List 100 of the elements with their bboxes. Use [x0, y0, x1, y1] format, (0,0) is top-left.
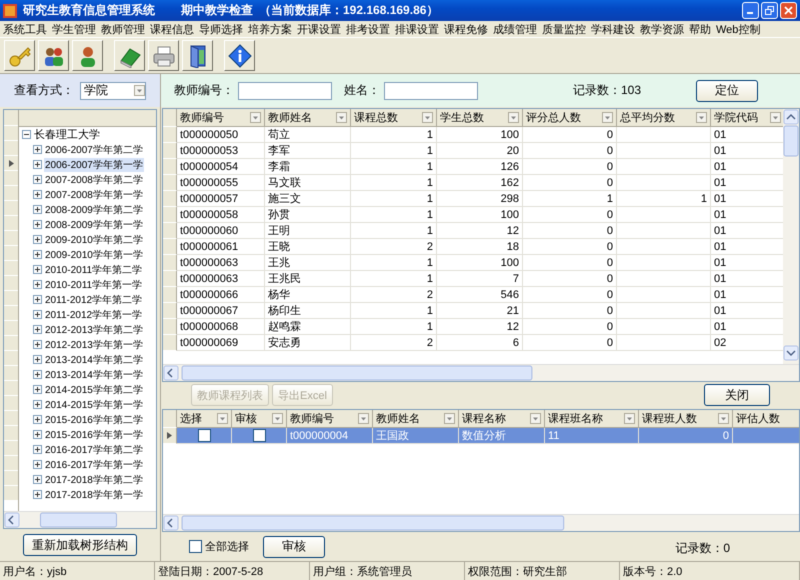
- dropdown-icon[interactable]: [508, 112, 519, 123]
- tree-node[interactable]: 2017-2018学年第一学: [44, 488, 144, 502]
- expand-icon[interactable]: [33, 325, 42, 334]
- dropdown-icon[interactable]: [217, 413, 228, 424]
- dropdown-icon[interactable]: [602, 112, 613, 123]
- expand-icon[interactable]: [33, 265, 42, 274]
- checkbox[interactable]: [189, 540, 202, 553]
- tree-node[interactable]: 2011-2012学年第一学: [44, 308, 144, 322]
- tree-node[interactable]: 长春理工大学: [33, 127, 101, 142]
- tree-node[interactable]: 2008-2009学年第二学: [44, 202, 144, 216]
- tree-node[interactable]: 2013-2014学年第二学: [44, 352, 144, 366]
- expand-icon[interactable]: [33, 190, 42, 199]
- toolbar-button[interactable]: [182, 40, 213, 71]
- reload-tree-button[interactable]: 重新加载树形结构: [23, 534, 137, 556]
- menu-item[interactable]: 成绩管理: [493, 22, 537, 36]
- tree-node[interactable]: 2014-2015学年第一学: [44, 398, 144, 412]
- approve-button[interactable]: 审核: [263, 536, 325, 558]
- tree-node[interactable]: 2007-2008学年第一学: [44, 188, 144, 202]
- locate-button[interactable]: 定位: [696, 80, 758, 102]
- dropdown-icon[interactable]: [250, 112, 261, 123]
- column-header[interactable]: 总平均分数: [617, 109, 711, 127]
- restore-button[interactable]: [761, 2, 778, 19]
- column-header[interactable]: 课程班名称: [545, 410, 639, 428]
- dropdown-icon[interactable]: [770, 112, 781, 123]
- expand-icon[interactable]: [33, 175, 42, 184]
- expand-icon[interactable]: [33, 475, 42, 484]
- dropdown-icon[interactable]: [134, 85, 145, 96]
- tree-node[interactable]: 2015-2016学年第二学: [44, 412, 144, 426]
- tree-node[interactable]: 2006-2007学年第一学: [44, 158, 144, 172]
- menu-item[interactable]: 学科建设: [591, 22, 635, 36]
- dropdown-icon[interactable]: [624, 413, 635, 424]
- expand-icon[interactable]: [33, 310, 42, 319]
- toolbar-button[interactable]: [114, 40, 145, 71]
- tree-node[interactable]: 2012-2013学年第二学: [44, 322, 144, 336]
- collapse-icon[interactable]: [22, 130, 31, 139]
- expand-icon[interactable]: [33, 250, 42, 259]
- menu-item[interactable]: 排课设置: [395, 22, 439, 36]
- tree-node[interactable]: 2010-2011学年第一学: [44, 278, 144, 292]
- expand-icon[interactable]: [33, 145, 42, 154]
- dropdown-icon[interactable]: [696, 112, 707, 123]
- column-header[interactable]: 评分总人数: [523, 109, 617, 127]
- menu-item[interactable]: 质量监控: [542, 22, 586, 36]
- menu-item[interactable]: 教师管理: [101, 22, 145, 36]
- toolbar-button[interactable]: [224, 40, 255, 71]
- minimize-button[interactable]: [742, 2, 759, 19]
- menu-item[interactable]: 课程免修: [444, 22, 488, 36]
- menu-item[interactable]: 课程信息: [150, 22, 194, 36]
- column-header[interactable]: 课程班人数: [639, 410, 733, 428]
- dropdown-icon[interactable]: [718, 413, 729, 424]
- column-header[interactable]: 课程总数: [351, 109, 437, 127]
- tree-node[interactable]: 2013-2014学年第一学: [44, 368, 144, 382]
- tree-node[interactable]: 2008-2009学年第一学: [44, 218, 144, 232]
- expand-icon[interactable]: [33, 460, 42, 469]
- dropdown-icon[interactable]: [422, 112, 433, 123]
- toolbar-button[interactable]: [148, 40, 179, 71]
- expand-icon[interactable]: [33, 400, 42, 409]
- dropdown-icon[interactable]: [530, 413, 541, 424]
- expand-icon[interactable]: [33, 205, 42, 214]
- view-mode-dropdown[interactable]: 学院: [80, 82, 146, 100]
- expand-icon[interactable]: [33, 415, 42, 424]
- column-header[interactable]: 教师编号: [177, 109, 265, 127]
- column-header[interactable]: 教师姓名: [265, 109, 351, 127]
- expand-icon[interactable]: [33, 430, 42, 439]
- menu-item[interactable]: 导师选择: [199, 22, 243, 36]
- tree-node[interactable]: 2009-2010学年第一学: [44, 248, 144, 262]
- close-button[interactable]: [780, 2, 797, 19]
- expand-icon[interactable]: [33, 445, 42, 454]
- row-header[interactable]: [163, 428, 177, 444]
- expand-icon[interactable]: [33, 220, 42, 229]
- expand-icon[interactable]: [33, 370, 42, 379]
- expand-icon[interactable]: [33, 160, 42, 169]
- menu-item[interactable]: 培养方案: [248, 22, 292, 36]
- input-field[interactable]: [238, 82, 332, 100]
- dropdown-icon[interactable]: [272, 413, 283, 424]
- expand-icon[interactable]: [33, 490, 42, 499]
- expand-icon[interactable]: [33, 280, 42, 289]
- vertical-scrollbar[interactable]: [783, 109, 799, 361]
- tree-node[interactable]: 2007-2008学年第二学: [44, 172, 144, 186]
- checkbox[interactable]: [252, 429, 266, 442]
- column-header[interactable]: 课程名称: [459, 410, 545, 428]
- column-header[interactable]: 审核: [232, 410, 287, 428]
- column-header[interactable]: 学院代码: [711, 109, 783, 127]
- column-header[interactable]: 评估人数: [733, 410, 799, 428]
- tree-node[interactable]: 2016-2017学年第一学: [44, 458, 144, 472]
- column-header[interactable]: 教师姓名: [373, 410, 459, 428]
- toolbar-button[interactable]: [4, 40, 35, 71]
- menu-item[interactable]: 系统工具: [3, 22, 47, 36]
- menu-item[interactable]: 开课设置: [297, 22, 341, 36]
- tree-node[interactable]: 2017-2018学年第二学: [44, 472, 144, 486]
- expand-icon[interactable]: [33, 235, 42, 244]
- tree-node[interactable]: 2006-2007学年第二学: [44, 142, 144, 156]
- tree-node[interactable]: 2010-2011学年第二学: [44, 262, 144, 276]
- column-header[interactable]: 教师编号: [287, 410, 373, 428]
- menu-item[interactable]: 排考设置: [346, 22, 390, 36]
- tree-node[interactable]: 2009-2010学年第二学: [44, 232, 144, 246]
- tree-node[interactable]: 2011-2012学年第二学: [44, 292, 144, 306]
- tree-node[interactable]: 2012-2013学年第一学: [44, 338, 144, 352]
- close-panel-button[interactable]: 关闭: [704, 384, 770, 406]
- tree-node[interactable]: 2014-2015学年第二学: [44, 382, 144, 396]
- tree-node[interactable]: 2016-2017学年第二学: [44, 442, 144, 456]
